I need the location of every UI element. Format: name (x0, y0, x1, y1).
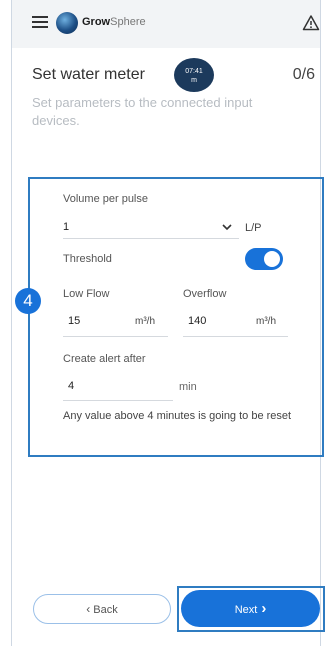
alert-reset-note: Any value above 4 minutes is going to be… (63, 410, 292, 422)
timer-badge-time: 07:41 (185, 68, 203, 75)
volume-per-pulse-underline (63, 238, 239, 239)
chevron-right-icon: › (261, 600, 267, 617)
volume-per-pulse-label: Volume per pulse (63, 193, 148, 205)
back-button-label: Back (93, 604, 118, 616)
create-alert-label: Create alert after (63, 353, 146, 365)
back-button[interactable]: ‹ Back (33, 594, 171, 624)
overflow-input[interactable]: 140 (188, 315, 206, 327)
brand-name: GrowSphere (82, 16, 146, 28)
page-title: Set water meter (32, 66, 145, 83)
brand-name-light: Sphere (110, 16, 146, 28)
threshold-toggle[interactable] (245, 248, 283, 270)
low-flow-input[interactable]: 15 (68, 315, 80, 327)
timer-badge-unit: m (191, 77, 197, 84)
low-flow-unit: m³/h (135, 316, 155, 327)
volume-unit-label: L/P (245, 222, 262, 234)
low-flow-label: Low Flow (63, 288, 110, 300)
chevron-left-icon: ‹ (86, 602, 91, 616)
overflow-unit: m³/h (256, 316, 276, 327)
page-subtitle: Set parameters to the connected input de… (32, 95, 253, 128)
low-flow-underline (63, 336, 168, 337)
overflow-label: Overflow (183, 288, 227, 300)
alert-minutes-underline (63, 400, 173, 401)
hamburger-menu-icon[interactable] (32, 16, 48, 28)
threshold-label: Threshold (63, 253, 112, 265)
toggle-knob (264, 251, 280, 267)
overflow-underline (183, 336, 288, 337)
screen-edge-left (11, 0, 12, 646)
chevron-down-icon[interactable] (222, 224, 232, 231)
alert-minutes-input[interactable]: 4 (68, 380, 74, 392)
next-button-label: Next (234, 604, 258, 616)
step-badge: 4 (15, 288, 41, 314)
growsphere-logo-icon (56, 12, 78, 34)
next-button[interactable]: Next › (181, 590, 320, 627)
volume-per-pulse-select[interactable]: 1 (63, 221, 69, 233)
warning-icon[interactable] (302, 14, 320, 32)
step-counter: 0/6 (292, 66, 315, 83)
brand-name-bold: Grow (82, 16, 111, 28)
alert-minutes-unit: min (179, 381, 197, 393)
timer-badge: 07:41 m (174, 58, 214, 92)
